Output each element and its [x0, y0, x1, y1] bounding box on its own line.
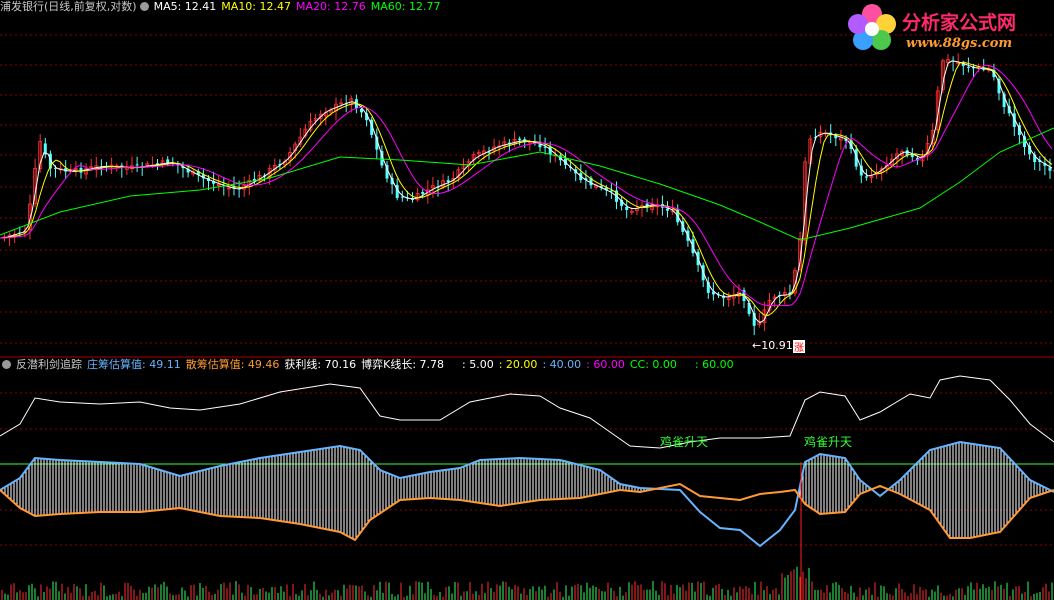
level-5-label: : 5.00 [462, 358, 494, 371]
signal-label-2: 鸡雀升天 [804, 434, 852, 449]
cc-label: CC: 0.00 [629, 358, 677, 371]
candle-body [421, 191, 425, 194]
signal-label-1: 鸡雀升天 [660, 434, 708, 449]
ma20-line [0, 64, 1053, 307]
price-legend: 浦发银行(日线,前复权,对数) MA5: 12.41 MA10: 12.47 MA20… [0, 0, 445, 14]
level-20-label: : 20.00 [498, 358, 538, 371]
ma60-label: MA60: 12.77 [370, 0, 441, 13]
ma10-line [0, 61, 1053, 316]
zhuang-label: 庄筹估算值: 49.11 [87, 358, 181, 371]
candlesticks [2, 53, 1054, 336]
chart-canvas: ←10.91 涨 鸡雀升天 鸡雀升天 [0, 34, 1054, 600]
profit-line [0, 375, 1054, 449]
watermark-logo: 分析家公式网 www.88gs.com [846, 2, 1046, 58]
candle-body [864, 176, 868, 178]
low-price-label: ←10.91 [752, 339, 793, 352]
flower-logo-icon [848, 4, 896, 50]
ma20-label: MA20: 12.76 [296, 0, 366, 13]
candle-body [666, 208, 669, 211]
ma5-label: MA5: 12.41 [153, 0, 217, 13]
profit-label: 获利线: 70.16 [284, 358, 357, 371]
logo-url: www.88gs.com [906, 36, 1013, 51]
settings-circle-icon[interactable] [139, 2, 149, 11]
stock-title[interactable]: 浦发银行(日线,前复权,对数) [0, 0, 137, 13]
indicator-name[interactable]: 反潜利剑追踪 [16, 358, 82, 371]
moving-average-lines [0, 60, 1054, 324]
san-label: 散筹估算值: 49.46 [185, 358, 280, 371]
ma10-label: MA10: 12.47 [221, 0, 292, 13]
indicator-settings-circle-icon[interactable] [2, 360, 11, 369]
indicator-legend: 反潜利剑追踪 庄筹估算值: 49.11 散筹估算值: 49.46 获利线: 70.16… [0, 358, 739, 372]
boyi-label: 博弈K线长: 7.78 [361, 358, 445, 371]
candle-body [966, 66, 970, 68]
ma5-line [0, 60, 1053, 324]
indicator-panel [0, 375, 1054, 600]
candle-body [518, 138, 522, 140]
logo-title: 分析家公式网 [902, 12, 1017, 34]
level-40-label: : 40.00 [542, 358, 582, 371]
volume-bars [1, 566, 1053, 600]
level-60-label: : 60.00 [586, 358, 625, 371]
candle-body [135, 164, 139, 166]
rise-badge-text: 涨 [794, 342, 804, 354]
level-60b-label: : 60.00 [694, 358, 734, 371]
